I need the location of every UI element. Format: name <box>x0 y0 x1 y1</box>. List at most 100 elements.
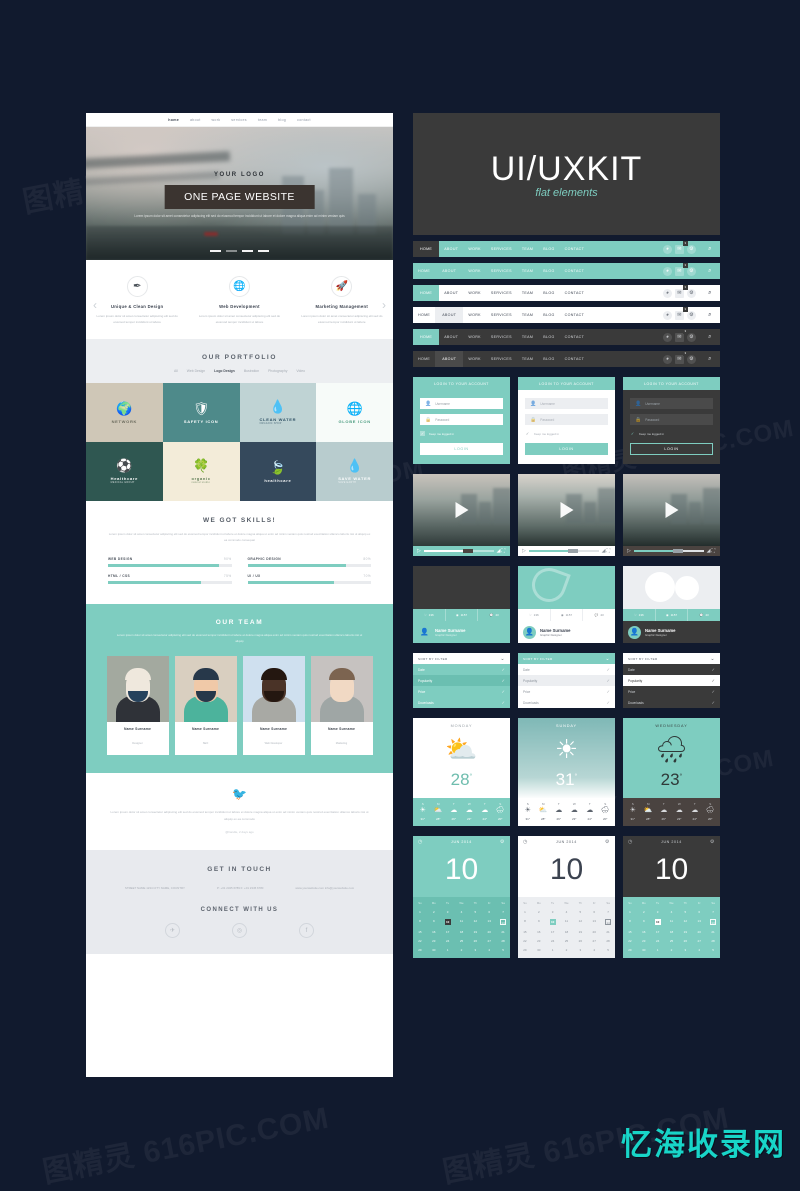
calendar-day[interactable]: 13 <box>587 917 601 928</box>
calendar-day[interactable]: 11 <box>665 917 679 928</box>
stat-heart[interactable]: ♡ 136 <box>413 609 446 621</box>
stat-eye[interactable]: ◉ 1157 <box>446 609 479 621</box>
gear-icon[interactable]: ⚙ <box>500 839 505 845</box>
nav-item-home[interactable]: HOME <box>413 307 435 323</box>
team-member-card[interactable]: Name Surname Web Developer <box>242 656 305 756</box>
nav-item-contact[interactable]: CONTACT <box>560 307 590 323</box>
slider-dot[interactable] <box>226 250 237 252</box>
calendar-day[interactable]: 20 <box>482 928 496 937</box>
nav-item-contact[interactable]: CONTACT <box>560 285 590 301</box>
nav-item-about[interactable]: ABOUT <box>435 307 464 323</box>
calendar-day[interactable]: 1 <box>441 946 455 955</box>
nav-item-about[interactable]: ABOUT <box>435 263 463 279</box>
nav-item-team[interactable]: TEAM <box>517 241 538 257</box>
mail-icon[interactable]: ✉ 3 <box>675 262 688 276</box>
hero-slider-dots[interactable] <box>86 250 393 252</box>
stat-heart[interactable]: ♡ 136 <box>518 609 551 621</box>
nav-item-home[interactable]: HOME <box>413 263 435 279</box>
calendar-day[interactable]: 5 <box>678 908 692 917</box>
calendar-day[interactable]: 30 <box>532 946 546 955</box>
calendar-day[interactable]: 5 <box>706 946 720 955</box>
portfolio-filter-video[interactable]: Video <box>296 369 305 373</box>
video-progress-handle[interactable] <box>462 549 473 553</box>
calendar-day[interactable]: 27 <box>692 937 706 946</box>
nav-item-services[interactable]: SERVICES <box>486 351 517 367</box>
calendar-day[interactable]: 24 <box>441 937 455 946</box>
user-icon[interactable]: ◕ <box>663 354 672 364</box>
calendar-day[interactable]: 24 <box>546 937 560 946</box>
play-icon[interactable]: ▷ <box>627 548 631 554</box>
team-member-card[interactable]: Name Surname SEO <box>174 656 237 756</box>
gear-icon[interactable]: ⚙ <box>687 244 696 254</box>
calendar-day[interactable]: 2 <box>637 908 651 917</box>
calendar-day[interactable]: 17 <box>651 928 665 937</box>
nav-item-work[interactable]: WORK <box>463 329 486 345</box>
calendar-day[interactable]: 19 <box>678 928 692 937</box>
calendar-day[interactable]: 4 <box>692 946 706 955</box>
gear-icon[interactable]: ⚙ <box>687 288 696 298</box>
calendar-day[interactable]: 30 <box>427 946 441 955</box>
nav-item-contact[interactable]: contact <box>297 118 311 122</box>
calendar-day[interactable]: 9 <box>637 917 651 928</box>
nav-item-about[interactable]: about <box>190 118 201 122</box>
nav-item-home[interactable]: HOME <box>413 241 440 257</box>
navbar-items[interactable]: HOME ABOUT WORK SERVICES TEAM BLOG CONTACT <box>413 307 589 323</box>
mail-icon[interactable]: ✉ 3 <box>675 284 688 298</box>
calendar-day[interactable]: 8 <box>413 917 427 928</box>
calendar-day[interactable]: 29 <box>518 946 532 955</box>
gear-icon[interactable]: ⚙ <box>687 354 696 364</box>
calendar-day[interactable]: 16 <box>427 928 441 937</box>
calendar-day[interactable]: 11 <box>455 917 469 928</box>
search-icon[interactable]: ⌕ <box>700 356 720 363</box>
password-field[interactable]: 🔒 Password <box>630 414 713 425</box>
calendar-day[interactable]: 19 <box>468 928 482 937</box>
calendar-day[interactable]: 17 <box>546 928 560 937</box>
nav-item-blog[interactable]: BLOG <box>538 241 559 257</box>
slider-dot[interactable] <box>242 250 253 252</box>
nav-item-contact[interactable]: CONTACT <box>560 263 590 279</box>
hero-cta-button[interactable]: ONE PAGE WEBSITE <box>164 185 315 209</box>
portfolio-filters[interactable]: All Web Design Logo Design Illustration … <box>86 369 393 373</box>
calendar-day[interactable]: 13 <box>482 917 496 928</box>
calendar-day[interactable]: 16 <box>637 928 651 937</box>
login-button[interactable]: LOGIN <box>420 443 503 455</box>
calendar-day[interactable]: 9 <box>532 917 546 928</box>
nav-item-about[interactable]: ABOUT <box>439 285 463 301</box>
gear-icon[interactable]: ⚙ <box>687 332 696 342</box>
calendar-day[interactable]: 1 <box>651 946 665 955</box>
search-icon[interactable]: ⌕ <box>700 268 720 275</box>
calendar-day[interactable]: 2 <box>532 908 546 917</box>
portfolio-filter-illustration[interactable]: Illustration <box>244 369 259 373</box>
calendar-day[interactable]: 1 <box>518 908 532 917</box>
calendar-day[interactable]: 26 <box>468 937 482 946</box>
mail-icon[interactable]: ✉ 3 <box>675 328 688 342</box>
nav-item-contact[interactable]: CONTACT <box>560 351 590 367</box>
calendar-day[interactable]: 17 <box>441 928 455 937</box>
play-icon[interactable]: ▷ <box>522 548 526 554</box>
calendar-day[interactable]: 30 <box>637 946 651 955</box>
portfolio-filter-photography[interactable]: Photography <box>268 369 287 373</box>
sort-option-popularity[interactable]: Popularity ✓ <box>413 675 510 686</box>
stat-comment[interactable]: 💬 43 <box>478 609 510 621</box>
nav-item-about[interactable]: ABOUT <box>439 329 463 345</box>
calendar-day[interactable]: 21 <box>496 928 510 937</box>
calendar-day[interactable]: 8 <box>623 917 637 928</box>
calendar-day[interactable]: 20 <box>587 928 601 937</box>
sort-option-downloads[interactable]: Downloads ✓ <box>413 697 510 708</box>
sort-option-price[interactable]: Price ✓ <box>623 686 720 697</box>
nav-item-home[interactable]: HOME <box>413 285 440 301</box>
sort-option-price[interactable]: Price ✓ <box>413 686 510 697</box>
portfolio-tile[interactable]: 💧 CLEAN WATER ORGANIC SHOP <box>239 383 317 442</box>
nav-item-about[interactable]: ABOUT <box>439 241 463 257</box>
nav-item-blog[interactable]: BLOG <box>538 329 559 345</box>
nav-item-home[interactable]: home <box>168 118 179 122</box>
chevron-down-icon[interactable]: ⌄ <box>605 656 610 662</box>
team-member-card[interactable]: Name Surname Marketing <box>310 656 373 756</box>
calendar-day[interactable]: 27 <box>482 937 496 946</box>
calendar-day[interactable]: 16 <box>532 928 546 937</box>
portfolio-tile[interactable]: 🛡 SAFETY ICON <box>162 383 240 442</box>
calendar-day[interactable]: 10 <box>441 917 455 928</box>
navbar-items[interactable]: HOME ABOUT WORK SERVICES TEAM BLOG CONTACT <box>413 351 589 367</box>
calendar-day[interactable]: 1 <box>546 946 560 955</box>
calendar-day[interactable]: 25 <box>665 937 679 946</box>
